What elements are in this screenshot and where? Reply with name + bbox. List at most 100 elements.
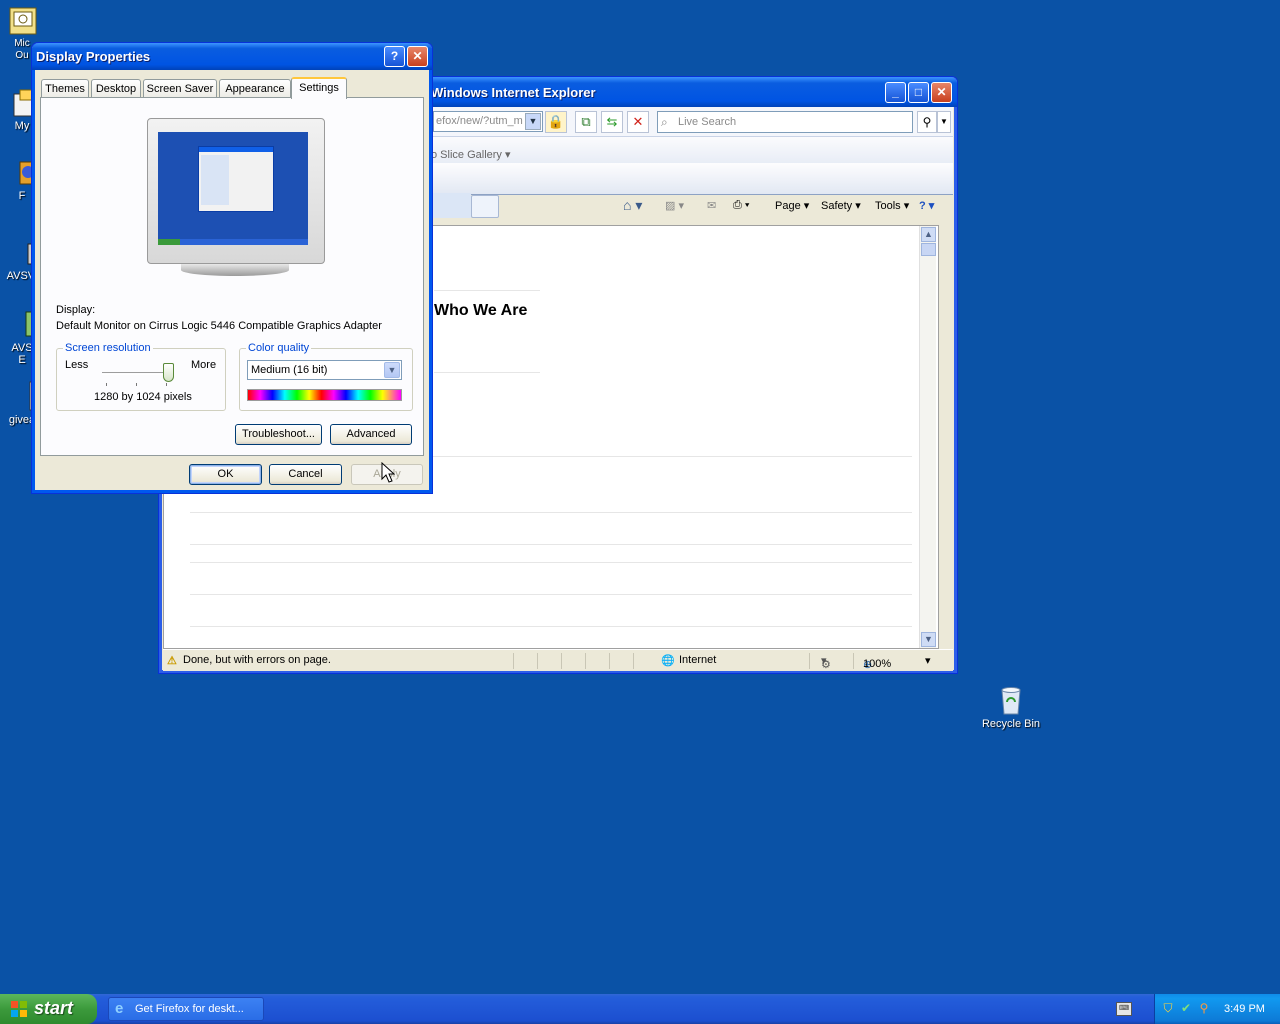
lock-icon: 🔒 xyxy=(547,114,565,129)
tab-screen-saver[interactable]: Screen Saver xyxy=(143,79,217,98)
monitor-preview xyxy=(147,118,325,276)
search-input[interactable]: Live Search xyxy=(657,111,913,133)
tab-desktop[interactable]: Desktop xyxy=(91,79,141,98)
scroll-down-button[interactable]: ▼ xyxy=(921,632,936,647)
display-properties-dialog: Display Properties ? ✕ Themes Desktop Sc… xyxy=(31,42,433,494)
print-button[interactable]: ⎙ ▾ xyxy=(733,199,750,212)
outlook-icon xyxy=(6,4,38,36)
help-button[interactable]: ? xyxy=(384,46,405,67)
dialog-body: Themes Desktop Screen Saver Appearance S… xyxy=(35,70,429,490)
refresh-icon: ⇆ xyxy=(606,114,618,129)
cancel-button[interactable]: Cancel xyxy=(269,464,342,485)
close-icon: ✕ xyxy=(936,85,947,99)
dialog-titlebar[interactable]: Display Properties ? ✕ xyxy=(32,43,432,70)
security-shield-icon[interactable]: ⛉ xyxy=(1161,1001,1175,1016)
screen-resolution-group: Screen resolution Less More 1280 by 1024… xyxy=(56,342,226,411)
globe-icon: 🌐 xyxy=(661,655,675,667)
system-tray: ⛉ ✔ ⚲ 3:49 PM xyxy=(1154,994,1280,1024)
maximize-button[interactable]: □ xyxy=(908,82,929,103)
divider xyxy=(190,512,912,513)
network-icon[interactable]: ✔ xyxy=(1179,1001,1193,1016)
color-quality-value: Medium (16 bit) xyxy=(251,364,328,376)
stop-icon: ✕ xyxy=(632,114,644,129)
recycle-bin-label: Recycle Bin xyxy=(981,718,1041,730)
chevron-down-icon[interactable]: ▼ xyxy=(384,362,400,378)
safety-menu[interactable]: Safety ▾ xyxy=(821,199,861,212)
minimize-button[interactable]: _ xyxy=(885,82,906,103)
ie-tab-active[interactable] xyxy=(431,193,471,218)
recycle-bin-icon xyxy=(995,684,1027,716)
lock-button[interactable]: 🔒 xyxy=(545,111,567,133)
page-icon: ⧉ xyxy=(581,114,591,129)
search-tray-icon[interactable]: ⚲ xyxy=(1197,1001,1211,1016)
printer-icon: ⎙ xyxy=(733,199,742,211)
mouse-cursor-icon xyxy=(381,462,395,483)
ok-button[interactable]: OK xyxy=(189,464,262,485)
taskbar: start e Get Firefox for deskt... ⌨ ⛉ ✔ ⚲… xyxy=(0,994,1280,1024)
warning-icon[interactable]: ⚠ xyxy=(167,654,177,667)
taskbar-ie-label: Get Firefox for deskt... xyxy=(135,1003,244,1015)
home-icon: ⌂ xyxy=(623,197,632,213)
tab-appearance[interactable]: Appearance xyxy=(219,79,291,98)
divider xyxy=(190,594,912,595)
recycle-bin-desktop-icon[interactable]: Recycle Bin xyxy=(980,684,1042,730)
troubleshoot-button[interactable]: Troubleshoot... xyxy=(235,424,322,445)
chevron-down-icon: ▼ xyxy=(940,117,948,126)
compatibility-button[interactable]: ⧉ xyxy=(575,111,597,133)
search-magnifier-icon: ⌕ xyxy=(661,115,668,129)
help-icon: ? xyxy=(919,200,926,212)
tools-menu[interactable]: Tools ▾ xyxy=(875,199,909,212)
ie-icon: e xyxy=(115,1000,124,1017)
tab-settings[interactable]: Settings xyxy=(291,77,347,99)
web-slice-gallery-link[interactable]: o Slice Gallery ▾ xyxy=(431,148,511,161)
advanced-button[interactable]: Advanced xyxy=(330,424,412,445)
resolution-slider[interactable] xyxy=(102,372,168,375)
new-tab-button[interactable] xyxy=(471,195,499,218)
scroll-up-button[interactable]: ▲ xyxy=(921,227,936,242)
clock[interactable]: 3:49 PM xyxy=(1224,1003,1265,1015)
display-label: Display: xyxy=(56,304,96,316)
dialog-title: Display Properties xyxy=(36,49,151,64)
dialog-close-button[interactable]: ✕ xyxy=(407,46,428,67)
close-icon: ✕ xyxy=(412,49,423,63)
home-button[interactable]: ⌂ ▾ xyxy=(623,197,642,214)
keyboard-icon[interactable]: ⌨ xyxy=(1116,1002,1132,1016)
divider xyxy=(190,562,912,563)
vertical-scrollbar[interactable]: ▲ ▼ xyxy=(919,226,936,648)
rss-icon: ▨ xyxy=(665,200,676,212)
status-text: Done, but with errors on page. xyxy=(183,654,331,666)
feeds-button[interactable]: ▨ ▾ xyxy=(665,199,684,212)
color-quality-select[interactable]: Medium (16 bit) ▼ xyxy=(247,360,402,380)
address-dropdown-button[interactable]: ▼ xyxy=(525,113,541,130)
resolution-more-label: More xyxy=(191,359,217,371)
tab-themes[interactable]: Themes xyxy=(41,79,89,98)
mail-icon: ✉ xyxy=(707,200,717,212)
resolution-less-label: Less xyxy=(65,359,89,371)
page-heading: Who We Are xyxy=(434,302,528,319)
screen-resolution-legend: Screen resolution xyxy=(63,342,153,354)
search-options-button[interactable]: ▼ xyxy=(937,111,951,133)
divider xyxy=(434,290,540,291)
divider xyxy=(190,626,912,627)
search-go-button[interactable]: ⚲ xyxy=(917,111,937,133)
security-zone: Internet xyxy=(679,654,717,666)
protected-mode-button[interactable]: ⚙ ▾ xyxy=(821,654,831,671)
close-button[interactable]: ✕ xyxy=(931,82,952,103)
scroll-thumb[interactable] xyxy=(921,243,936,256)
read-mail-button[interactable]: ✉ xyxy=(707,199,716,212)
ie-status-bar: ⚠ Done, but with errors on page. 🌐 Inter… xyxy=(163,649,953,671)
resolution-slider-thumb[interactable] xyxy=(162,363,174,382)
taskbar-ie-button[interactable]: e Get Firefox for deskt... xyxy=(108,997,264,1021)
help-menu[interactable]: ? ▾ xyxy=(919,199,934,212)
start-button[interactable]: start xyxy=(0,994,97,1024)
chevron-down-icon: ▼ xyxy=(528,116,538,126)
settings-tab-panel: Display: Default Monitor on Cirrus Logic… xyxy=(40,97,424,456)
monitor-screen xyxy=(158,132,308,245)
zoom-dropdown[interactable]: ▾ xyxy=(925,654,931,667)
settings-icon: ⚙ xyxy=(821,659,831,671)
maximize-icon: □ xyxy=(914,85,923,99)
color-quality-group: Color quality Medium (16 bit) ▼ xyxy=(239,342,413,411)
refresh-button[interactable]: ⇆ xyxy=(601,111,623,133)
stop-button[interactable]: ✕ xyxy=(627,111,649,133)
page-menu[interactable]: Page ▾ xyxy=(775,199,809,212)
